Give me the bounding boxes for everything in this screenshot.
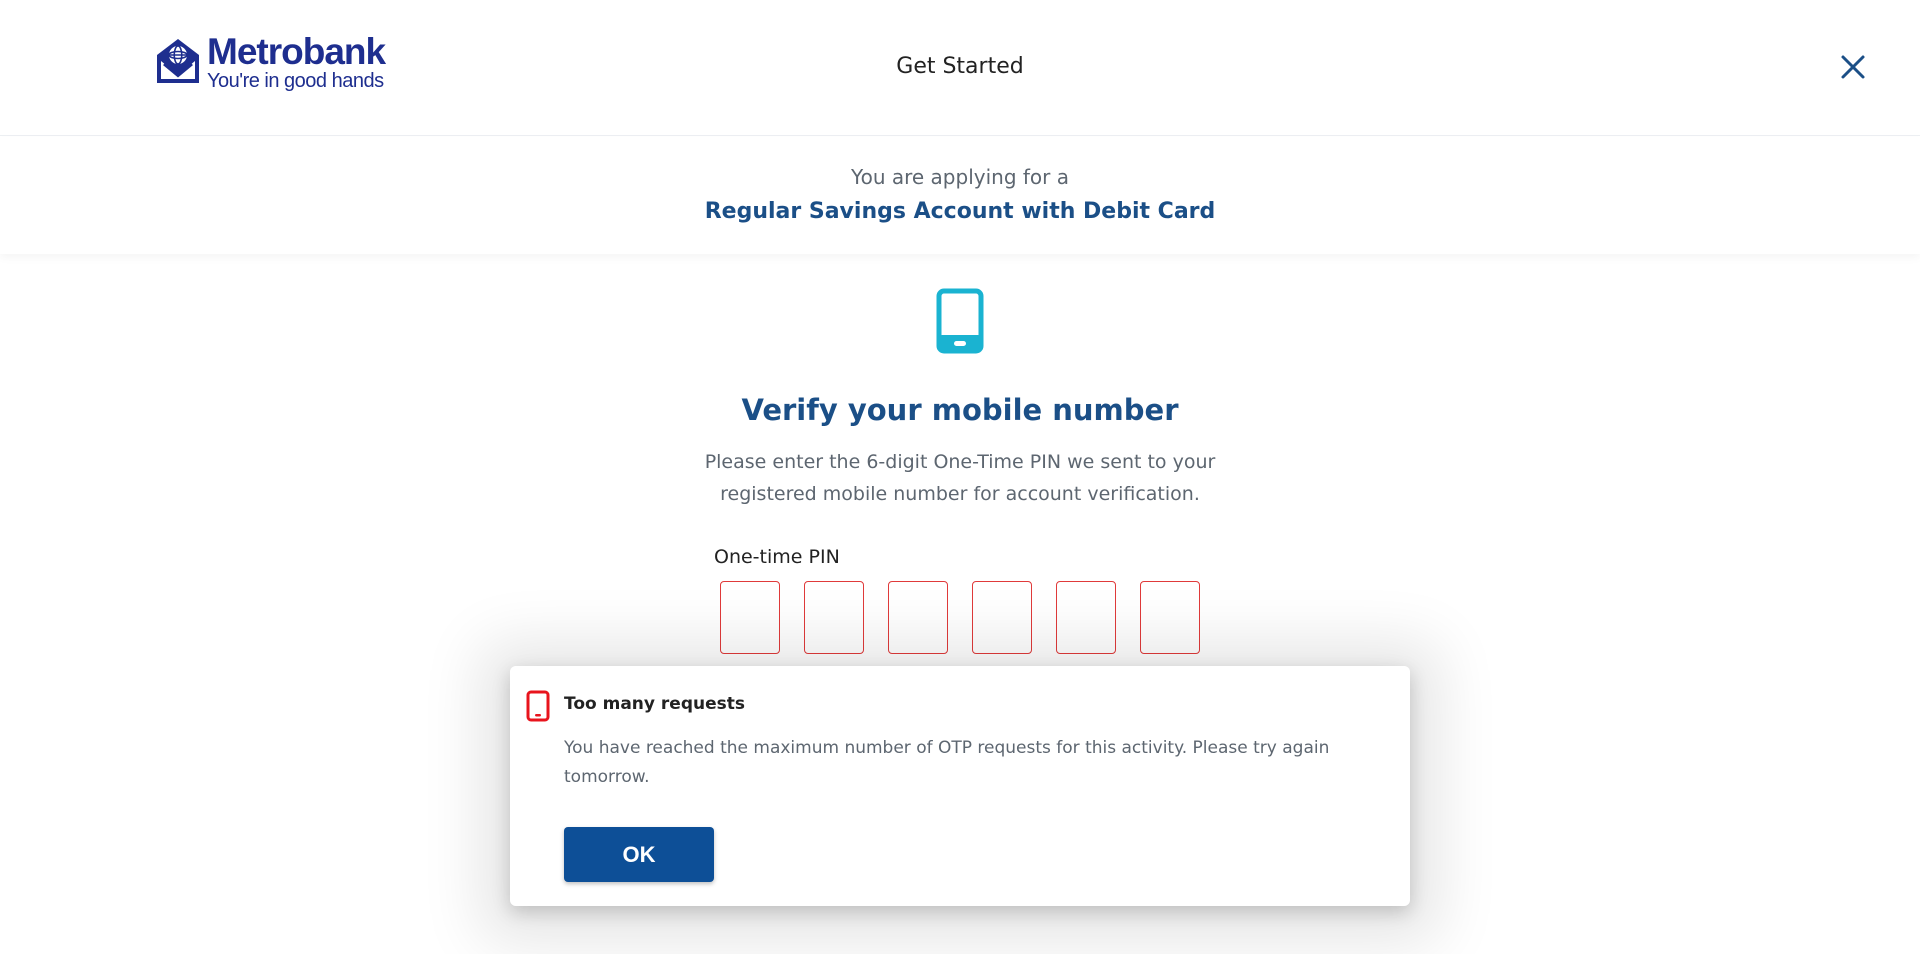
application-product: Regular Savings Account with Debit Card [704, 199, 1216, 224]
pin-digit-input[interactable] [972, 581, 1032, 654]
ok-button[interactable]: OK [564, 827, 714, 882]
page-title: Get Started [896, 54, 1024, 79]
verify-description: Please enter the 6-digit One-Time PIN we… [704, 451, 1216, 505]
header: Metrobank You're in good hands Get Start… [0, 0, 1920, 136]
dialog-message: You have reached the maximum number of O… [564, 738, 1330, 787]
pin-input-group [720, 581, 1200, 654]
close-icon[interactable] [1838, 52, 1868, 82]
application-summary: You are applying for a Regular Savings A… [0, 137, 1920, 254]
pin-digit-input[interactable] [888, 581, 948, 654]
pin-digit-input[interactable] [804, 581, 864, 654]
pin-label: One-time PIN [714, 546, 840, 568]
verify-title: Verify your mobile number [741, 393, 1179, 427]
mobile-phone-icon [936, 288, 984, 354]
pin-digit-input[interactable] [1056, 581, 1116, 654]
dialog-title: Too many requests [564, 694, 745, 714]
application-intro: You are applying for a [851, 165, 1069, 189]
error-dialog: Too many requests You have reached the m… [510, 666, 1410, 906]
pin-digit-input[interactable] [720, 581, 780, 654]
mobile-phone-icon [526, 690, 550, 722]
pin-digit-input[interactable] [1140, 581, 1200, 654]
